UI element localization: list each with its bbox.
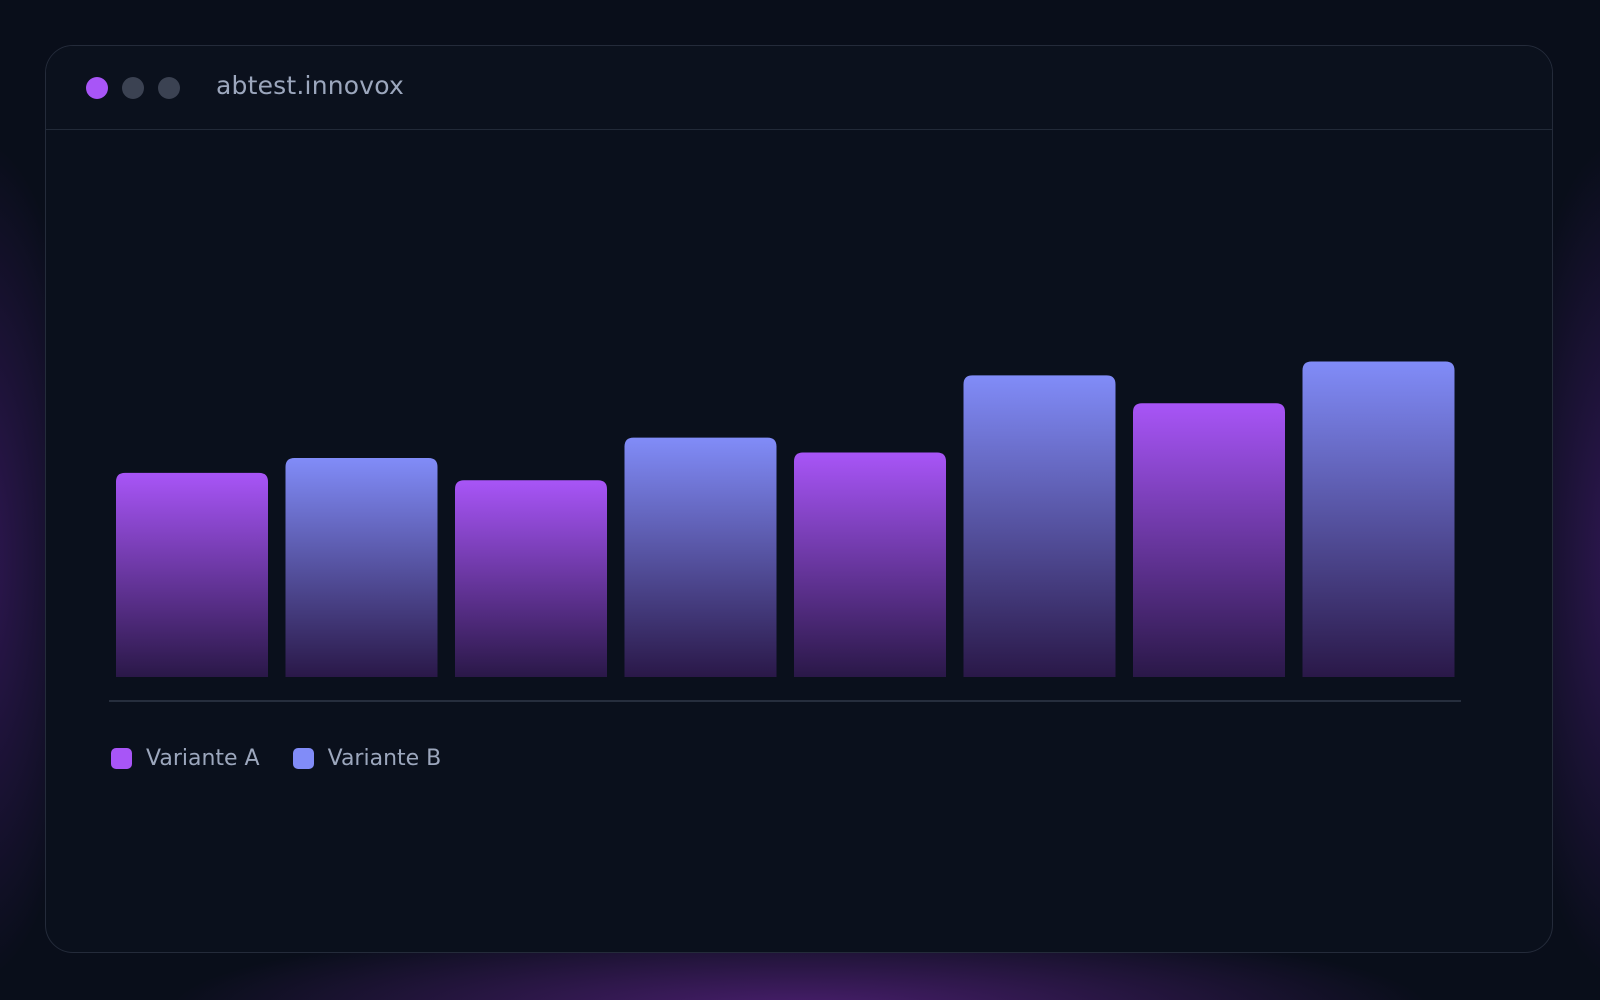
bar-chart bbox=[109, 361, 1461, 702]
bar-variant-b-6[interactable] bbox=[963, 375, 1116, 677]
bars-group bbox=[116, 361, 1455, 678]
legend-swatch-variant-b bbox=[292, 748, 314, 769]
bar-variant-a-7[interactable] bbox=[1133, 403, 1285, 677]
bar-variant-a-1[interactable] bbox=[116, 472, 268, 677]
bar-variant-a-3[interactable] bbox=[455, 480, 607, 677]
bar-variant-a-5[interactable] bbox=[794, 452, 946, 677]
app-window: abtest.innovox Variante A Variante B bbox=[45, 45, 1553, 953]
bar-variant-b-4[interactable] bbox=[624, 437, 777, 677]
bar-variant-b-8[interactable] bbox=[1302, 361, 1455, 678]
legend-item-variant-b[interactable]: Variante B bbox=[292, 746, 442, 771]
bar-variant-b-2[interactable] bbox=[285, 458, 438, 677]
legend-label-variant-b: Variante B bbox=[327, 746, 442, 771]
legend-label-variant-a: Variante A bbox=[146, 746, 260, 771]
legend-swatch-variant-a bbox=[111, 748, 132, 769]
legend: Variante A Variante B bbox=[111, 746, 474, 771]
legend-item-variant-a[interactable]: Variante A bbox=[111, 746, 260, 771]
